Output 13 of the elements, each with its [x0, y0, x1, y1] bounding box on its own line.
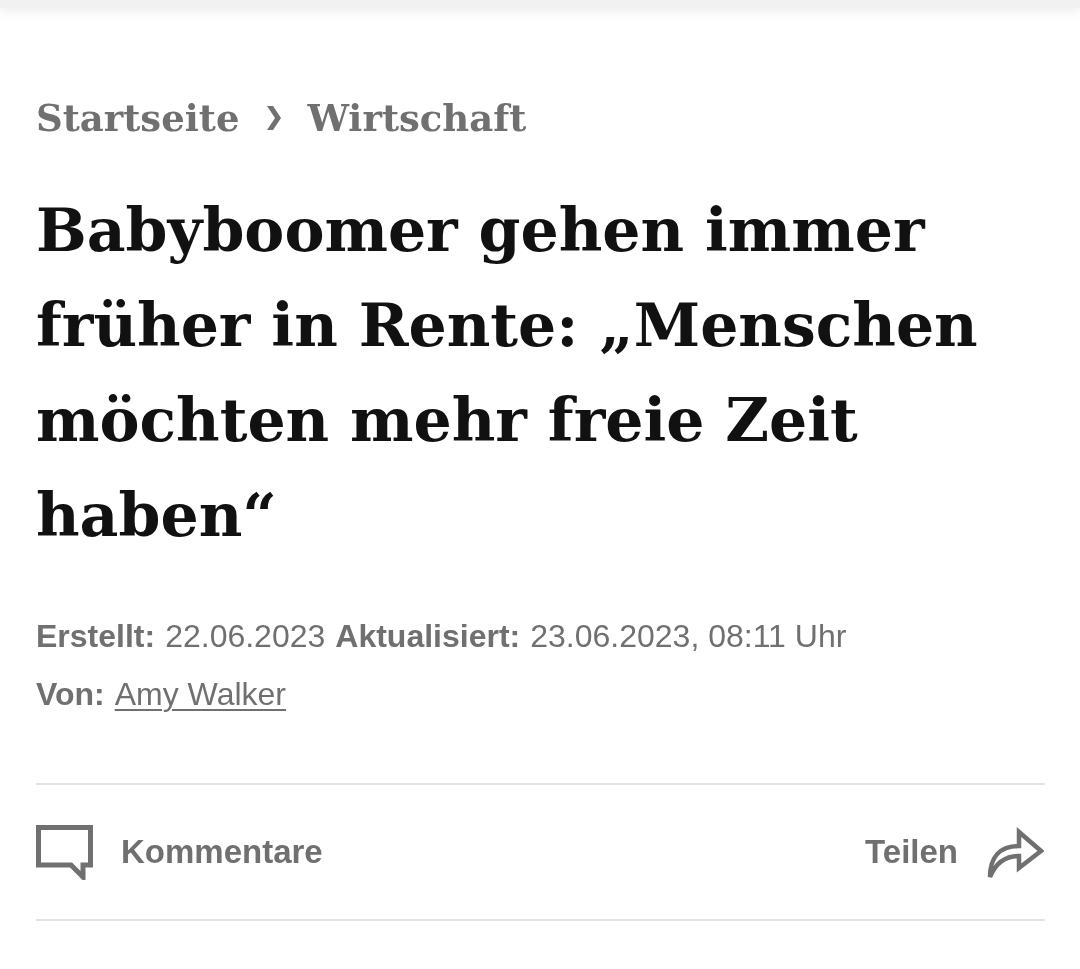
date-value: 23.06.2023, 08:11 Uhr: [530, 617, 847, 656]
comments-button[interactable]: Kommentare: [36, 824, 323, 880]
date-label: Aktualisiert:: [335, 617, 521, 656]
speech-bubble-icon: [36, 824, 93, 880]
date-value: 22.06.2023: [165, 617, 326, 656]
article-headline: Babyboomer gehen immer früher in Rente: „Menschen möchten mehr freie Zeit haben“: [36, 194, 979, 552]
breadcrumb-link[interactable]: Startseite: [36, 90, 240, 146]
share-button[interactable]: Teilen: [865, 824, 1044, 880]
date-label: Erstellt:: [36, 617, 156, 656]
breadcrumb-link[interactable]: Wirtschaft: [307, 90, 527, 146]
author-label: Von:: [36, 675, 105, 714]
author-link[interactable]: Amy Walker: [114, 665, 286, 723]
chevron-right-icon: [265, 106, 282, 130]
